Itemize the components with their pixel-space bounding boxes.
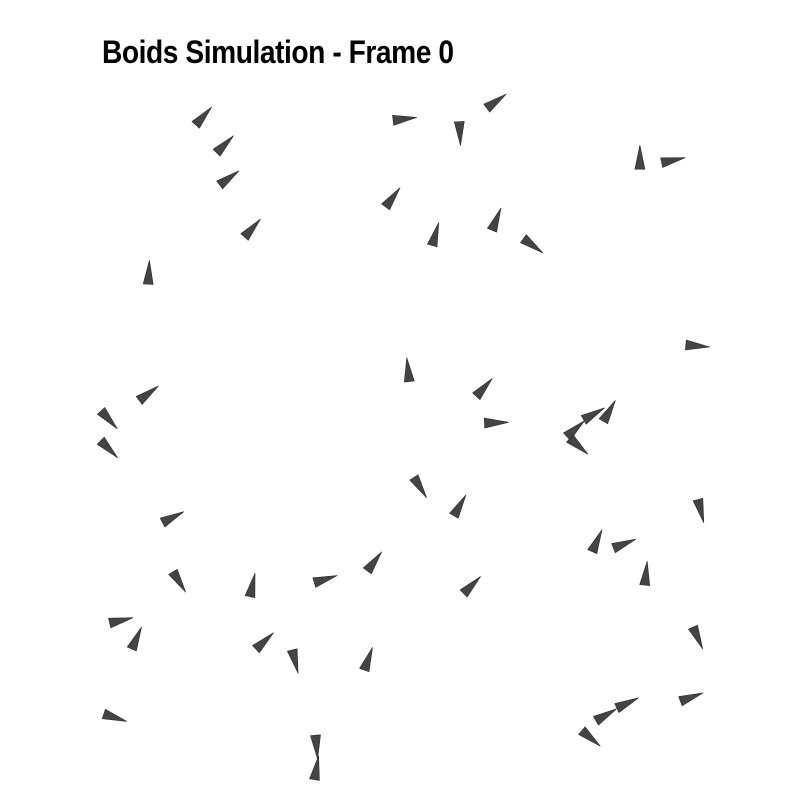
boid-marker-32 — [96, 436, 118, 459]
boid-marker-22 — [580, 407, 605, 425]
boid-marker-29 — [459, 576, 481, 598]
boid-marker-7 — [453, 121, 465, 146]
boid-marker-1 — [191, 106, 212, 129]
boid-marker-41 — [287, 648, 299, 674]
boid-marker-33 — [159, 511, 185, 528]
boid-marker-6 — [392, 115, 418, 126]
boid-marker-25 — [692, 497, 705, 524]
boid-marker-35 — [244, 572, 256, 599]
boid-marker-39 — [126, 626, 142, 652]
boid-marker-3 — [216, 170, 240, 190]
boid-marker-28 — [639, 560, 651, 586]
boid-marker-45 — [309, 755, 320, 781]
boid-marker-34 — [168, 568, 186, 593]
boid-marker-47 — [593, 708, 618, 726]
boid-layer — [96, 93, 711, 781]
boid-marker-26 — [587, 529, 603, 555]
boid-marker-27 — [611, 538, 637, 554]
boid-marker-42 — [359, 647, 373, 673]
boid-marker-18 — [483, 417, 509, 429]
boid-marker-8 — [483, 93, 507, 113]
boid-marker-49 — [678, 692, 704, 707]
boid-marker-17 — [472, 378, 493, 400]
boid-marker-14 — [660, 157, 686, 168]
boid-marker-31 — [97, 407, 118, 430]
boid-marker-15 — [685, 339, 711, 351]
boid-marker-4 — [240, 218, 261, 241]
boid-marker-5 — [142, 259, 154, 285]
boid-marker-11 — [487, 207, 502, 233]
boid-marker-30 — [135, 385, 159, 405]
boid-marker-38 — [108, 617, 134, 629]
boid-marker-12 — [520, 234, 544, 254]
boid-marker-20 — [598, 400, 616, 425]
boid-marker-46 — [578, 726, 601, 747]
boid-marker-24 — [449, 494, 467, 519]
boid-marker-44 — [310, 734, 321, 760]
boid-marker-2 — [212, 135, 234, 157]
boid-marker-23 — [409, 474, 427, 499]
boid-marker-50 — [688, 624, 704, 650]
boid-marker-43 — [102, 708, 127, 722]
boid-marker-10 — [427, 222, 440, 248]
boid-marker-36 — [312, 575, 338, 588]
boid-marker-13 — [634, 144, 646, 170]
boid-marker-48 — [614, 697, 639, 713]
boid-marker-40 — [252, 632, 274, 654]
boid-marker-37 — [362, 551, 383, 575]
boid-marker-16 — [403, 357, 415, 383]
boid-marker-9 — [381, 187, 401, 211]
boids-plot — [96, 93, 711, 781]
